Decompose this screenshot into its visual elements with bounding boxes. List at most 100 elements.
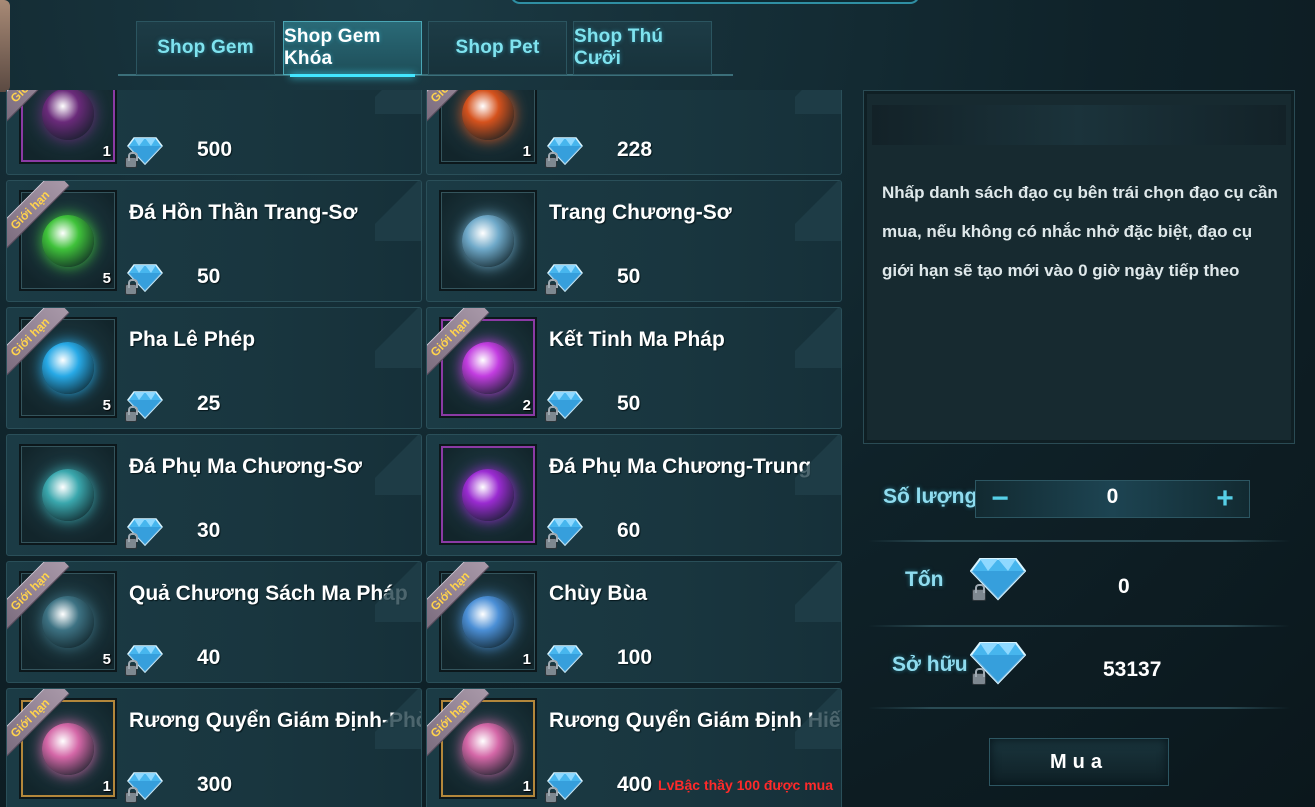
shop-item-card[interactable]: 5 Giới hạn Pha Lê Phép 25 bbox=[6, 307, 422, 429]
item-price: 228 bbox=[617, 138, 653, 161]
green-soul-stone-icon bbox=[42, 214, 94, 267]
locked-gem-icon bbox=[125, 516, 163, 549]
item-price-row: 228 bbox=[545, 134, 653, 168]
item-price: 100 bbox=[617, 646, 653, 669]
item-name: Trang Chương-Sơ bbox=[549, 201, 732, 224]
shop-item-card[interactable]: 1Giới hạn228 bbox=[426, 90, 842, 175]
item-name: Rương Quyển Giám Định Hiếm-Phòng bbox=[549, 709, 841, 732]
shop-item-card[interactable]: 1Giới hạnRương Quyển Giám Định Hiếm-Phòn… bbox=[426, 688, 842, 807]
description-header bbox=[872, 105, 1286, 145]
divider bbox=[868, 540, 1290, 542]
tab-shop-pet[interactable]: Shop Pet bbox=[428, 21, 567, 75]
item-price: 40 bbox=[197, 646, 221, 669]
locked-gem-icon bbox=[125, 262, 163, 295]
item-name: Quả Chương Sách Ma Pháp bbox=[129, 582, 408, 605]
item-price-row: 30 bbox=[125, 515, 221, 549]
shop-item-card[interactable]: 1Giới hạn500 bbox=[6, 90, 422, 175]
item-price-row: 300 bbox=[125, 769, 233, 803]
decrease-quantity-button[interactable]: − bbox=[978, 481, 1022, 517]
divider bbox=[868, 707, 1290, 709]
item-name: Kết Tinh Ma Pháp bbox=[549, 328, 725, 351]
item-stack-count: 2 bbox=[522, 397, 531, 414]
shop-item-card[interactable]: Đá Phụ Ma Chương-Sơ 30 bbox=[6, 434, 422, 556]
item-price: 500 bbox=[197, 138, 233, 161]
item-price: 50 bbox=[617, 392, 641, 415]
item-icon-frame[interactable]: 1 bbox=[439, 90, 537, 164]
item-price-row: 100 bbox=[545, 642, 653, 676]
locked-gem-icon bbox=[545, 643, 583, 676]
item-name: Đá Phụ Ma Chương-Trung bbox=[549, 455, 812, 478]
item-name: Chùy Bùa bbox=[549, 582, 648, 605]
item-price: 400 bbox=[617, 773, 653, 796]
quantity-label: Số lượng bbox=[883, 485, 978, 508]
item-name: Đá Phụ Ma Chương-Sơ bbox=[129, 455, 362, 478]
teal-rune-stone-icon bbox=[42, 468, 94, 521]
cost-value: 0 bbox=[1118, 575, 1130, 598]
tab-shop-gem[interactable]: Shop Gem bbox=[136, 21, 275, 75]
blue-mace-icon bbox=[462, 595, 514, 648]
description-text: Nhấp danh sách đạo cụ bên trái chọn đạo … bbox=[882, 183, 1278, 280]
item-price: 25 bbox=[197, 392, 221, 415]
item-name: Pha Lê Phép bbox=[129, 328, 256, 351]
tab-shop-thu-cuoi[interactable]: Shop Thú Cưỡi bbox=[573, 21, 712, 75]
item-icon-frame[interactable]: 1 bbox=[19, 90, 117, 164]
item-stack-count: 1 bbox=[102, 778, 111, 795]
shop-item-card[interactable]: 5 Giới hạn Đá Hồn Thần Trang-Sơ 50 bbox=[6, 180, 422, 302]
purchase-requirement: LvBậc thầy 100 được mua bbox=[658, 777, 833, 793]
item-price-row: 400 LvBậc thầy 100 được mua bbox=[545, 769, 833, 803]
item-name: Rương Quyển Giám Định-Phòng Cụ bbox=[129, 709, 421, 732]
cost-label: Tốn bbox=[905, 568, 944, 591]
item-stack-count: 5 bbox=[102, 651, 111, 668]
locked-gem-icon bbox=[125, 389, 163, 422]
tab-shop-gem-khoa[interactable]: Shop Gem Khóa bbox=[283, 21, 422, 77]
locked-gem-icon bbox=[125, 770, 163, 803]
item-name: Đá Hồn Thần Trang-Sơ bbox=[129, 201, 358, 224]
item-icon-frame[interactable] bbox=[439, 190, 537, 291]
divider bbox=[868, 625, 1290, 627]
gift-chest-icon bbox=[462, 722, 514, 775]
purple-crystal-icon bbox=[462, 341, 514, 394]
item-icon-frame[interactable] bbox=[439, 444, 537, 545]
locked-gem-icon bbox=[545, 516, 583, 549]
quantity-value[interactable]: 0 bbox=[1036, 485, 1189, 509]
item-stack-count: 1 bbox=[522, 143, 531, 160]
description-panel: Nhấp danh sách đạo cụ bên trái chọn đạo … bbox=[863, 90, 1295, 444]
increase-quantity-button[interactable]: + bbox=[1203, 481, 1247, 517]
item-price-row: 25 bbox=[125, 388, 221, 422]
owned-value: 53137 bbox=[1103, 658, 1162, 681]
locked-gem-icon bbox=[545, 770, 583, 803]
top-ornament bbox=[510, 0, 920, 4]
locked-gem-icon bbox=[125, 643, 163, 676]
shop-item-card[interactable]: 5 Giới hạn Quả Chương Sách Ma Pháp 40 bbox=[6, 561, 422, 683]
owned-label: Sở hữu bbox=[892, 653, 968, 676]
blue-crystal-icon bbox=[42, 341, 94, 394]
buy-button[interactable]: Mua bbox=[989, 738, 1169, 786]
shop-item-card[interactable]: Đá Phụ Ma Chương-Trung 60 bbox=[426, 434, 842, 556]
shop-item-card[interactable]: 1 Giới hạn Chùy Bùa 100 bbox=[426, 561, 842, 683]
purple-rune-stone-icon bbox=[462, 468, 514, 521]
item-price: 50 bbox=[197, 265, 221, 288]
locked-gem-icon bbox=[545, 135, 583, 168]
scroll-page-icon bbox=[462, 214, 514, 267]
item-price-row: 500 bbox=[125, 134, 233, 168]
item-stack-count: 1 bbox=[522, 778, 531, 795]
mystery-question-icon bbox=[42, 595, 94, 648]
item-price: 30 bbox=[197, 519, 221, 542]
item-price: 300 bbox=[197, 773, 233, 796]
locked-gem-icon bbox=[125, 135, 163, 168]
gift-chest-icon bbox=[42, 722, 94, 775]
shop-item-card[interactable]: Trang Chương-Sơ 50 bbox=[426, 180, 842, 302]
dark-weapon-icon bbox=[42, 90, 94, 140]
item-grid: 1Giới hạn5001Giới hạn2285Giới hạnĐá Hồn … bbox=[6, 90, 848, 807]
item-price-row: 50 bbox=[545, 261, 641, 295]
item-icon-frame[interactable] bbox=[19, 444, 117, 545]
item-price: 50 bbox=[617, 265, 641, 288]
character-portrait-edge bbox=[0, 0, 10, 92]
item-stack-count: 5 bbox=[102, 397, 111, 414]
quantity-stepper: − 0 + bbox=[975, 480, 1250, 518]
item-stack-count: 5 bbox=[102, 270, 111, 287]
shop-item-card[interactable]: 1Giới hạnRương Quyển Giám Định-Phòng Cụ3… bbox=[6, 688, 422, 807]
shop-item-card[interactable]: 2 Giới hạn Kết Tinh Ma Pháp 50 bbox=[426, 307, 842, 429]
item-price-row: 50 bbox=[545, 388, 641, 422]
item-price-row: 60 bbox=[545, 515, 640, 549]
